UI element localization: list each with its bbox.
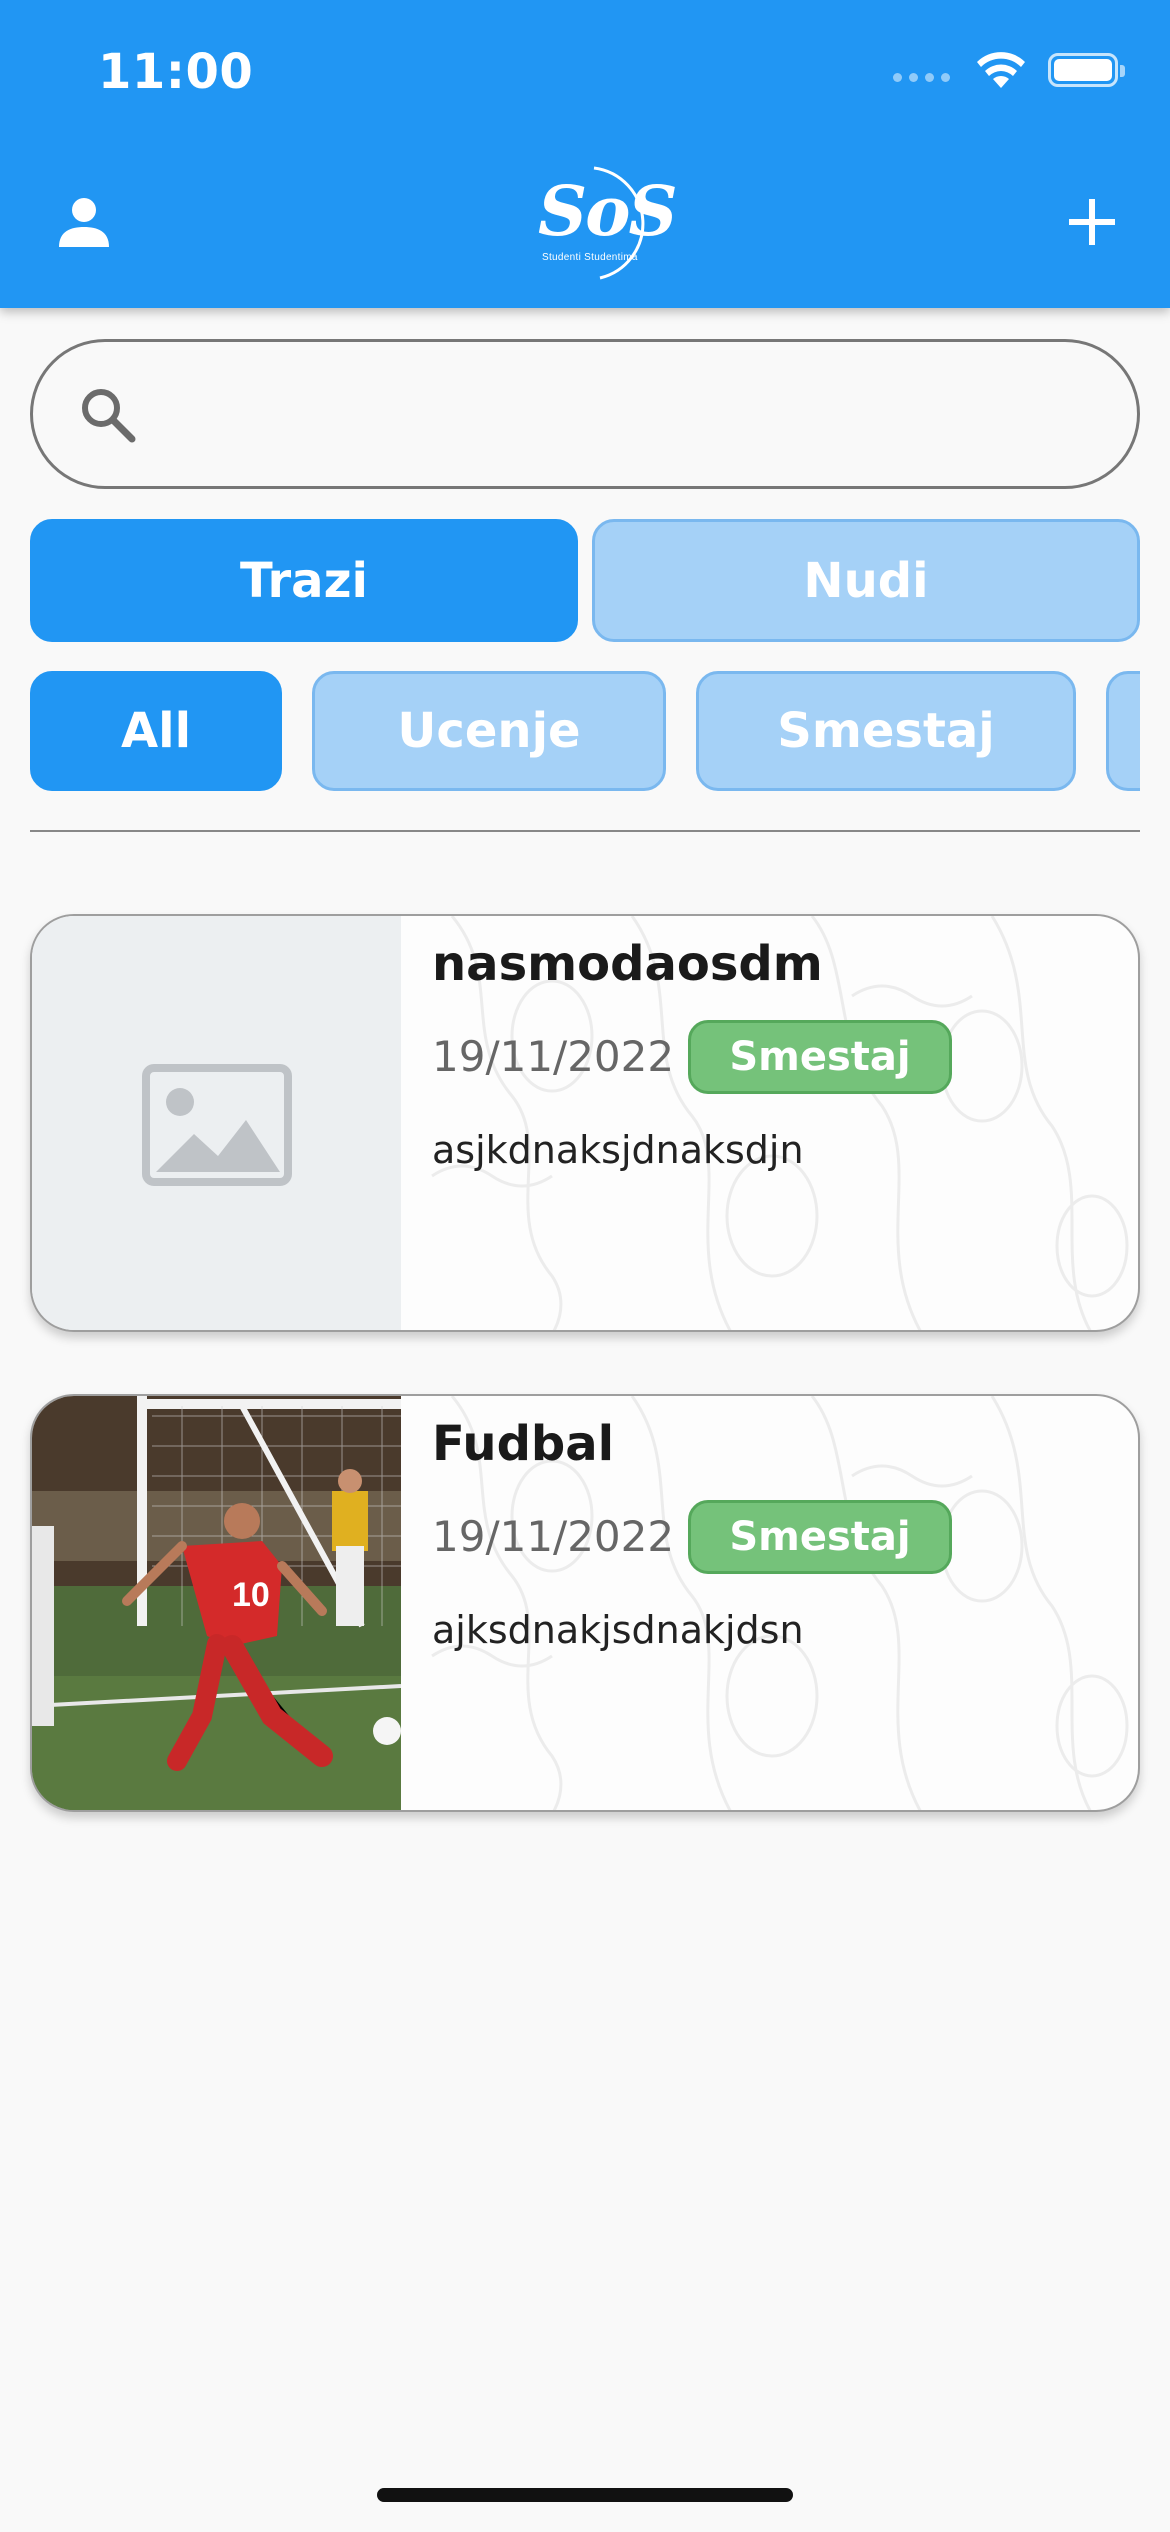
wifi-icon <box>977 52 1025 88</box>
category-chip-smestaj[interactable]: Smestaj <box>696 671 1076 791</box>
logo-text: SoS <box>538 172 678 252</box>
category-badge: Smestaj <box>688 1020 952 1094</box>
person-icon <box>59 198 109 247</box>
category-filter-row[interactable]: All Ucenje Smestaj <box>30 671 1140 791</box>
search-icon <box>82 389 136 443</box>
tab-trazi[interactable]: Trazi <box>30 519 578 642</box>
logo-subtitle: Studenti Studentima <box>542 252 638 263</box>
soccer-player-photo: 10 <box>32 1396 401 1810</box>
post-date: 19/11/2022 <box>432 1032 675 1081</box>
post-date: 19/11/2022 <box>432 1512 675 1561</box>
post-title: nasmodaosdm <box>432 936 823 992</box>
signal-icon <box>893 72 950 82</box>
status-time: 11:00 <box>98 44 254 100</box>
post-card[interactable]: nasmodaosdm 19/11/2022 Smestaj asjkdnaks… <box>30 914 1140 1332</box>
post-description: asjkdnaksjdnaksdjn <box>432 1128 804 1172</box>
divider <box>30 830 1140 832</box>
search-input[interactable] <box>163 362 1103 466</box>
category-chip-all[interactable]: All <box>30 671 282 791</box>
app-header: 11:00 SoS Studenti Studentima <box>0 0 1170 308</box>
category-badge: Smestaj <box>688 1500 952 1574</box>
home-indicator[interactable] <box>377 2488 793 2502</box>
category-chip-ucenje[interactable]: Ucenje <box>312 671 666 791</box>
profile-button[interactable] <box>54 192 114 252</box>
plus-icon <box>1069 199 1115 245</box>
category-chip-more[interactable] <box>1106 671 1140 791</box>
tab-nudi[interactable]: Nudi <box>592 519 1140 642</box>
post-card[interactable]: 10 Fudbal 19/11/2022 Smestaj ajksdnakjsd… <box>30 1394 1140 1812</box>
battery-icon <box>1048 53 1125 87</box>
app-logo: SoS Studenti Studentima <box>534 164 678 284</box>
add-post-button[interactable] <box>1060 190 1124 254</box>
status-indicators <box>893 50 1125 90</box>
search-bar[interactable] <box>30 339 1140 489</box>
image-placeholder-icon <box>141 1064 292 1186</box>
svg-text:10: 10 <box>232 1576 270 1614</box>
post-description: ajksdnakjsdnakjdsn <box>432 1608 804 1652</box>
post-image-placeholder <box>32 916 401 1330</box>
post-title: Fudbal <box>432 1416 615 1472</box>
